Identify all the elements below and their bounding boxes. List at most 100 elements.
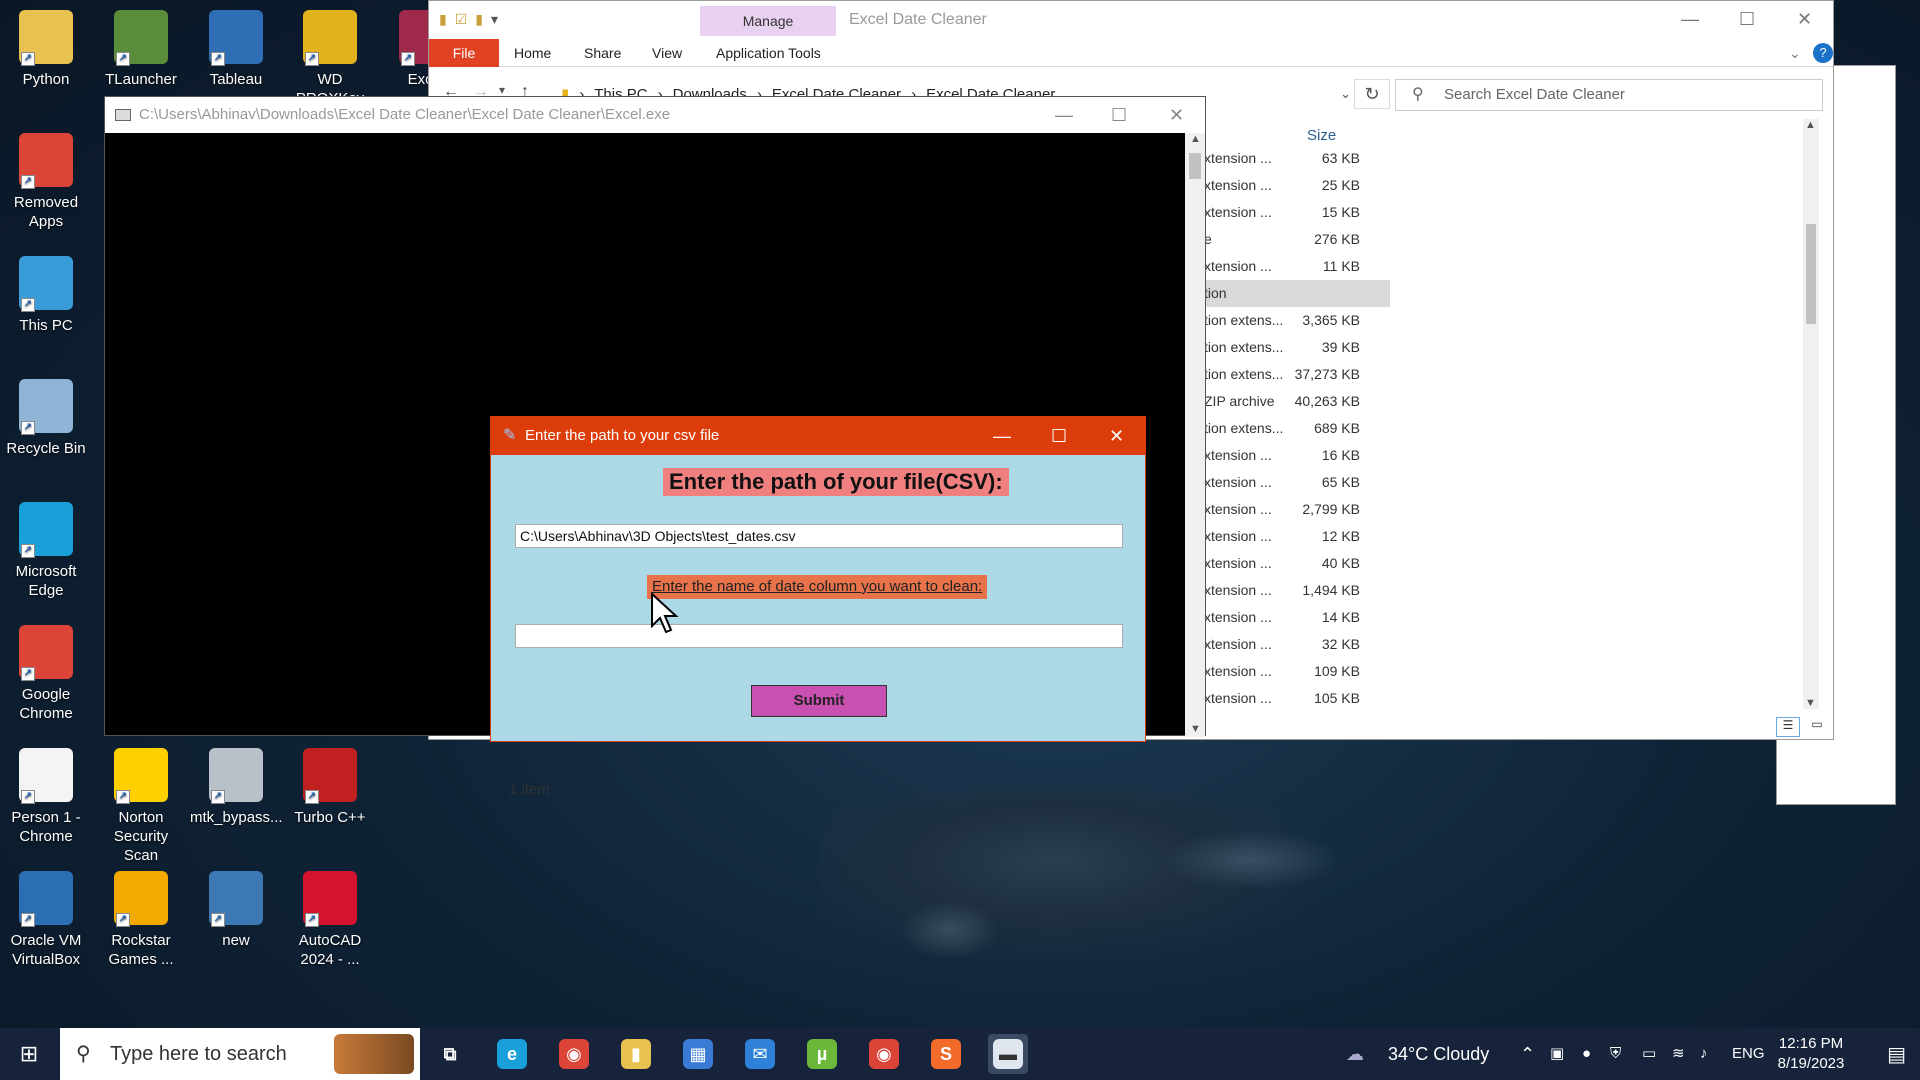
scroll-down-icon[interactable]: ▼ [1805, 697, 1816, 709]
desktop-icon-removed-apps[interactable]: ↗ Removed Apps [0, 133, 92, 231]
desktop-icon-mtk-bypass[interactable]: ↗ mtk_bypass... [190, 748, 283, 827]
file-row[interactable]: xtension ... 12 KB [1204, 523, 1822, 550]
csv-path-input[interactable]: C:\Users\Abhinav\3D Objects\test_dates.c… [515, 524, 1123, 548]
vertical-scrollbar[interactable]: ▲ ▼ [1803, 119, 1819, 709]
search-input[interactable]: ⚲ Search Excel Date Cleaner [1395, 79, 1823, 111]
notifications-icon[interactable]: ▤ [1887, 1042, 1906, 1067]
tab-home[interactable]: Home [514, 45, 551, 61]
new-folder-icon[interactable]: ▮ [475, 11, 483, 28]
folder-icon[interactable]: ▮ [439, 11, 447, 28]
show-hidden-icons-icon[interactable]: ⌃ [1520, 1028, 1535, 1080]
console-scrollbar[interactable]: ▲ ▼ [1185, 133, 1205, 737]
scroll-down-icon[interactable]: ▼ [1190, 723, 1201, 735]
desktop-icon-recycle-bin[interactable]: ↗ Recycle Bin [0, 379, 92, 458]
file-row[interactable]: xtension ... 65 KB [1204, 469, 1822, 496]
desktop-icon-python[interactable]: ↗ Python [0, 10, 92, 89]
mail-icon[interactable]: ✉ [740, 1034, 780, 1074]
taskbar-search-input[interactable]: ⚲ Type here to search [60, 1028, 420, 1080]
file-row[interactable]: tion extens... 37,273 KB [1204, 361, 1822, 388]
desktop-icon-person-1-chrome[interactable]: ↗ Person 1 - Chrome [0, 748, 92, 846]
scroll-up-icon[interactable]: ▲ [1805, 119, 1816, 131]
tab-view[interactable]: View [652, 45, 682, 61]
submit-button[interactable]: Submit [751, 685, 887, 717]
help-icon[interactable]: ? [1813, 43, 1833, 63]
properties-icon[interactable]: ☑ [455, 11, 468, 28]
scroll-up-icon[interactable]: ▲ [1190, 133, 1201, 145]
file-row[interactable]: tion49 KB [890, 280, 1390, 307]
csv-path-dialog[interactable]: ✎ Enter the path to your csv file — ☐ ✕ … [490, 416, 1146, 742]
desktop-icon-turbo-c[interactable]: ↗ Turbo C++ [284, 748, 376, 827]
file-row[interactable]: xtension ... 25 KB [1204, 172, 1822, 199]
file-row[interactable]: tion extens... 689 KB [1204, 415, 1822, 442]
close-icon[interactable]: ✕ [1109, 417, 1124, 455]
sublime-icon[interactable]: S [926, 1034, 966, 1074]
scrollbar-thumb[interactable] [1806, 224, 1816, 324]
console-titlebar[interactable]: C:\Users\Abhinav\Downloads\Excel Date Cl… [105, 97, 1205, 133]
tab-share[interactable]: Share [584, 45, 621, 61]
file-row[interactable]: xtension ... 1,494 KB [1204, 577, 1822, 604]
chrome-icon[interactable]: ◉ [554, 1034, 594, 1074]
customize-dropdown-icon[interactable]: ▾ [491, 11, 498, 28]
weather-text[interactable]: 34°C Cloudy [1388, 1028, 1489, 1080]
weather-icon[interactable]: ☁ [1346, 1028, 1364, 1080]
file-row[interactable]: xtension ... 14 KB [1204, 604, 1822, 631]
desktop-icon-oracle-vm-virtualbox[interactable]: ↗ Oracle VM VirtualBox [0, 871, 92, 969]
utorrent-icon[interactable]: µ [802, 1034, 842, 1074]
windows-start-icon[interactable]: ⊞ [0, 1028, 58, 1080]
excel-date-cleaner-icon[interactable]: ▬ [988, 1034, 1028, 1074]
edge-icon[interactable]: e [492, 1034, 532, 1074]
quick-access-toolbar[interactable]: ▮ ☑ ▮ ▾ [439, 11, 498, 28]
recent-locations-icon[interactable]: ▾ [499, 83, 505, 97]
file-row[interactable]: xtension ... 105 KB [1204, 685, 1822, 712]
desktop-icon-norton-security-scan[interactable]: ↗ Norton Security Scan [95, 748, 187, 865]
desktop-icon-microsoft-edge[interactable]: ↗ Microsoft Edge [0, 502, 92, 600]
maximize-icon[interactable]: ☐ [1739, 9, 1755, 30]
defender-icon[interactable]: ⛨ [1610, 1028, 1621, 1080]
desktop-icon-google-chrome[interactable]: ↗ Google Chrome [0, 625, 92, 723]
desktop-icon-wd-proxkey[interactable]: ↗WD PROXKey [284, 10, 376, 108]
store-icon[interactable]: ▦ [678, 1034, 718, 1074]
address-dropdown-icon[interactable]: ⌄ [1340, 86, 1351, 102]
wifi-icon[interactable]: ≋ [1672, 1028, 1685, 1080]
volume-icon[interactable]: ♪ [1700, 1028, 1708, 1080]
file-row[interactable]: xtension ... 16 KB [1204, 442, 1822, 469]
clock[interactable]: 12:16 PM 8/19/2023 [1756, 1034, 1866, 1074]
file-explorer-icon[interactable]: ▮ [616, 1034, 656, 1074]
file-row[interactable]: xtension ... 15 KB [1204, 199, 1822, 226]
refresh-button[interactable]: ↻ [1354, 79, 1390, 109]
minimize-icon[interactable]: — [1681, 9, 1699, 30]
file-row[interactable]: xtension ... 40 KB [1204, 550, 1822, 577]
file-row[interactable]: xtension ... 2,799 KB [1204, 496, 1822, 523]
battery-icon[interactable]: ▭ [1642, 1028, 1656, 1080]
dialog-titlebar[interactable]: ✎ Enter the path to your csv file — ☐ ✕ [491, 417, 1145, 455]
desktop-icon-tableau[interactable]: ↗ Tableau [190, 10, 282, 89]
file-row[interactable]: tion extens... 39 KB [1204, 334, 1822, 361]
expand-ribbon-icon[interactable]: ⌄ [1789, 45, 1801, 62]
tab-file[interactable]: File [429, 39, 499, 67]
minimize-icon[interactable]: — [993, 417, 1011, 455]
scrollbar-thumb[interactable] [1189, 153, 1201, 179]
desktop-icon-tlauncher[interactable]: ↗ TLauncher [95, 10, 187, 89]
large-icons-view-icon[interactable]: ▭ [1805, 717, 1829, 737]
microphone-icon[interactable]: ● [1582, 1028, 1591, 1080]
desktop-icon-autocad-2024[interactable]: ↗ AutoCAD 2024 - ... [284, 871, 376, 969]
file-row[interactable]: tion extens... 3,365 KB [1204, 307, 1822, 334]
maximize-icon[interactable]: ☐ [1051, 417, 1067, 455]
minimize-icon[interactable]: — [1055, 97, 1073, 133]
desktop-icon-this-pc[interactable]: ↗ This PC [0, 256, 92, 335]
close-icon[interactable]: ✕ [1169, 97, 1184, 133]
tab-application-tools[interactable]: Application Tools [716, 45, 821, 61]
file-row[interactable]: xtension ... 32 KB [1204, 631, 1822, 658]
task-view-icon[interactable]: ⧉ [430, 1034, 470, 1074]
desktop-icon-new[interactable]: ↗ new [190, 871, 282, 950]
file-row[interactable]: xtension ... 109 KB [1204, 658, 1822, 685]
column-header-size[interactable]: Size [1307, 127, 1336, 144]
close-icon[interactable]: ✕ [1797, 9, 1812, 30]
file-row[interactable]: ZIP archive 40,263 KB [1204, 388, 1822, 415]
file-row[interactable]: e 276 KB [1204, 226, 1822, 253]
explorer-titlebar[interactable]: ▮ ☑ ▮ ▾ Manage Excel Date Cleaner — ☐ ✕ [429, 1, 1833, 39]
desktop-icon-rockstar-games[interactable]: ↗ Rockstar Games ... [95, 871, 187, 969]
maximize-icon[interactable]: ☐ [1111, 97, 1127, 133]
manage-contextual-tab[interactable]: Manage [700, 6, 836, 36]
meet-now-icon[interactable]: ▣ [1550, 1028, 1564, 1080]
